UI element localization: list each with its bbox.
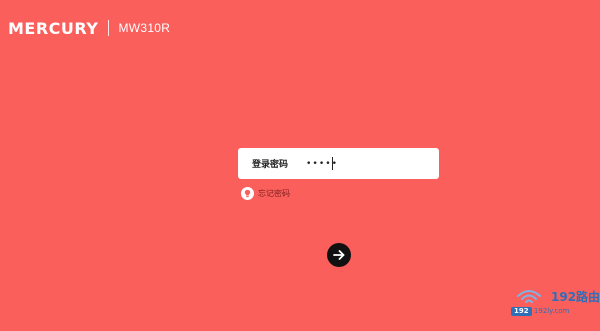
header: MERCURY MW310R [8, 18, 170, 38]
arrow-right-icon [333, 250, 345, 260]
watermark-domain: 192ly.com [533, 307, 570, 315]
watermark-title: 192路由网 [551, 290, 600, 304]
watermark: 192路由网 192 192ly.com [511, 286, 600, 326]
watermark-badge: 192 [511, 307, 532, 316]
header-divider [108, 20, 110, 36]
password-input[interactable] [306, 155, 416, 172]
login-password-box: 登录密码 [238, 148, 439, 179]
login-password-label: 登录密码 [252, 160, 289, 170]
forgot-password-link[interactable]: 忘记密码 [241, 187, 290, 200]
brand-logo: MERCURY [8, 18, 99, 38]
forgot-password-label: 忘记密码 [258, 189, 290, 198]
lightbulb-icon [241, 187, 254, 200]
wifi-icon [517, 290, 541, 303]
text-cursor [332, 157, 333, 170]
watermark-subline: 192 192ly.com [511, 307, 570, 316]
model-name: MW310R [118, 21, 171, 35]
login-submit-button[interactable] [327, 243, 351, 267]
